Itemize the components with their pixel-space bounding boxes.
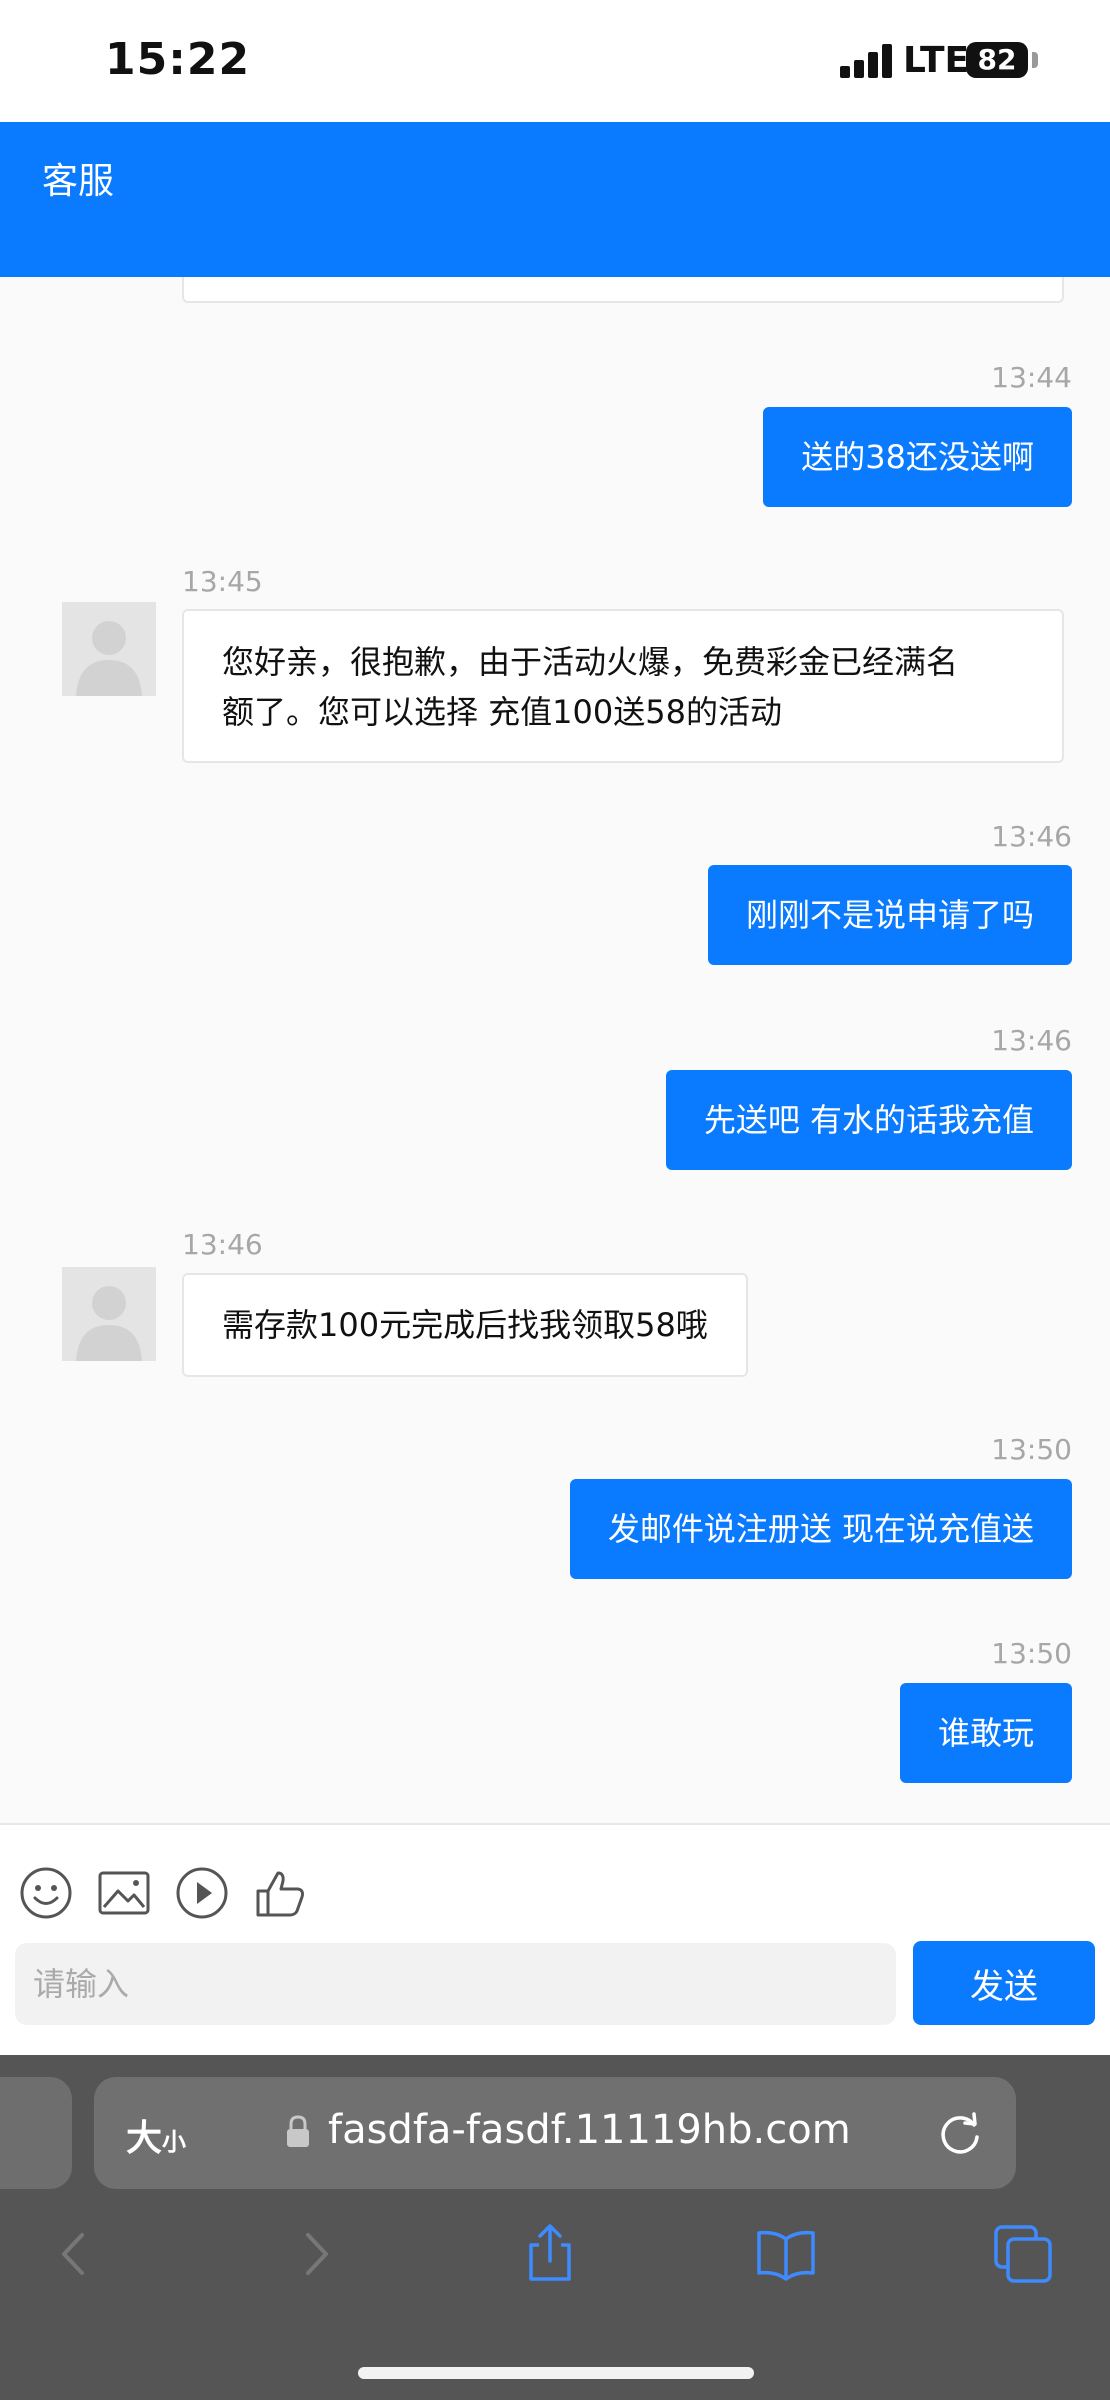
previous-tab[interactable] <box>0 2077 72 2189</box>
battery-tip <box>1032 52 1038 68</box>
thumbs-up-icon[interactable] <box>252 1865 308 1921</box>
outgoing-message-bubble[interactable]: 谁敢玩 <box>899 1683 1072 1783</box>
reader-size-button[interactable]: 大小 <box>126 2109 186 2161</box>
home-indicator <box>358 2367 754 2379</box>
person-icon <box>62 602 156 696</box>
message-timestamp: 13:50 <box>991 1433 1072 1466</box>
address-bar[interactable]: 大小 fasdfa-fasdf.11119hb.com <box>94 2077 1016 2189</box>
incoming-message-bubble[interactable]: 需存款100元完成后找我领取58哦 <box>182 1273 748 1377</box>
outgoing-message-bubble[interactable]: 发邮件说注册送 现在说充值送 <box>569 1479 1072 1579</box>
person-icon <box>62 1267 156 1361</box>
status-bar: 15:22 LTE 82 <box>0 0 1110 122</box>
outgoing-message-bubble[interactable]: 刚刚不是说申请了吗 <box>707 865 1072 965</box>
message-list[interactable]: 13:44 送的38还没送啊 13:45 您好亲，很抱歉，由于活动火爆，免费彩金… <box>0 277 1110 1823</box>
video-play-icon[interactable] <box>174 1865 230 1921</box>
bookmarks-icon[interactable] <box>755 2223 817 2285</box>
message-timestamp: 13:46 <box>991 1024 1072 1057</box>
message-timestamp: 13:50 <box>991 1637 1072 1670</box>
incoming-message-bubble-cut <box>182 277 1064 303</box>
emoji-icon[interactable] <box>18 1865 74 1921</box>
signal-bars-icon <box>840 44 894 78</box>
outgoing-message-bubble[interactable]: 送的38还没送啊 <box>763 407 1072 507</box>
agent-avatar <box>62 602 156 696</box>
message-timestamp: 13:44 <box>991 361 1072 394</box>
reader-size-small: 小 <box>162 2128 187 2156</box>
message-timestamp: 13:45 <box>182 565 263 598</box>
outgoing-message-bubble[interactable]: 先送吧 有水的话我充值 <box>665 1070 1072 1170</box>
status-time: 15:22 <box>105 34 251 85</box>
tabs-icon[interactable] <box>992 2223 1054 2285</box>
network-label: LTE <box>903 40 970 81</box>
message-input[interactable] <box>15 1943 896 2025</box>
share-icon[interactable] <box>519 2223 581 2285</box>
incoming-message-bubble[interactable]: 您好亲，很抱歉，由于活动火爆，免费彩金已经满名 额了。您可以选择 充值100送5… <box>182 609 1064 763</box>
reader-size-large: 大 <box>126 2118 163 2159</box>
lock-icon <box>287 2115 309 2147</box>
page-title: 客服 <box>42 161 115 202</box>
forward-icon[interactable] <box>284 2223 346 2285</box>
image-icon[interactable] <box>96 1865 152 1921</box>
message-timestamp: 13:46 <box>182 1228 263 1261</box>
back-icon[interactable] <box>44 2223 106 2285</box>
composer: 发送 <box>0 1823 1110 2055</box>
message-line: 您好亲，很抱歉，由于活动火爆，免费彩金已经满名 <box>222 643 959 681</box>
chat-header: 客服 <box>0 122 1110 277</box>
url-text: fasdfa-fasdf.11119hb.com <box>328 2107 851 2153</box>
reload-icon[interactable] <box>934 2107 986 2159</box>
battery-icon: 82 <box>966 42 1028 78</box>
agent-avatar <box>62 1267 156 1361</box>
send-button[interactable]: 发送 <box>913 1941 1095 2025</box>
message-timestamp: 13:46 <box>991 820 1072 853</box>
browser-toolbar: 大小 fasdfa-fasdf.11119hb.com <box>0 2055 1110 2400</box>
message-line: 额了。您可以选择 充值100送58的活动 <box>222 693 782 731</box>
